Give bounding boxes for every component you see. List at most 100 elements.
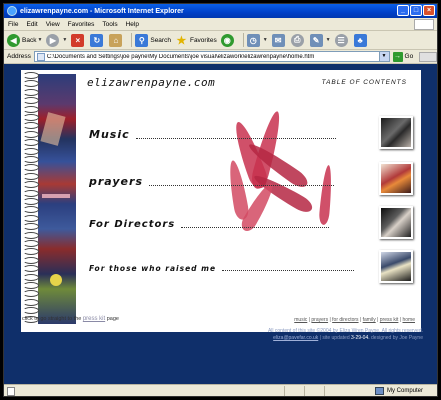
edit-icon: ✎ [309, 33, 323, 47]
edit-button[interactable]: ✎ ▼ [309, 33, 331, 47]
footer-link-prayers[interactable]: prayers [311, 317, 328, 323]
nav-label[interactable]: For those who raised me [89, 264, 216, 273]
footer-link-music[interactable]: music [294, 317, 307, 323]
nav-item-music[interactable]: Music [89, 128, 336, 141]
spiral-ring [23, 290, 39, 298]
toolbar-divider [131, 33, 133, 47]
refresh-button[interactable]: ↻ [90, 33, 105, 47]
nav-item-prayers[interactable]: prayers [89, 175, 334, 188]
address-url[interactable]: C:\Documents and Settings\joe payne\My D… [47, 54, 379, 60]
status-bar: My Computer [4, 384, 437, 396]
spiral-ring [23, 256, 39, 264]
spiral-ring [23, 80, 39, 88]
window-controls: _ □ × [397, 5, 435, 16]
menu-file[interactable]: File [8, 21, 18, 28]
favorites-button[interactable]: ★ Favorites [175, 34, 217, 47]
nav-dotted-leader [222, 270, 355, 271]
minimize-button[interactable]: _ [397, 5, 409, 16]
go-button[interactable]: → Go [392, 51, 414, 62]
collage-patch [50, 274, 62, 286]
site-title[interactable]: elizawrenpayne.com [87, 76, 215, 89]
history-button[interactable]: ◷ ▼ [246, 33, 268, 47]
nav-dotted-leader [135, 138, 336, 139]
maximize-button[interactable]: □ [410, 5, 422, 16]
nav-label[interactable]: prayers [89, 175, 143, 188]
discuss-button[interactable]: ☰ [334, 33, 350, 47]
messenger-button[interactable]: ♣ [353, 33, 369, 47]
directors-thumbnail[interactable] [379, 206, 413, 239]
spiral-ring [23, 172, 39, 180]
security-zone: My Computer [374, 387, 423, 395]
chevron-down-icon: ▼ [325, 37, 331, 43]
music-thumbnail[interactable] [379, 116, 413, 149]
windows-logo-icon [414, 19, 434, 30]
nav-item-family[interactable]: For those who raised me [89, 264, 355, 273]
title-bar: elizawrenpayne.com - Microsoft Internet … [4, 4, 437, 18]
toolbar: ◀ Back ▼ ▶ ▼ × ↻ ⌂ ⚲ Search ★ Favorites … [4, 31, 437, 50]
nav-dotted-leader [149, 185, 334, 186]
status-cell [304, 386, 305, 396]
address-label: Address [7, 53, 31, 60]
mail-button[interactable]: ✉ [271, 33, 287, 47]
home-button[interactable]: ⌂ [109, 33, 124, 47]
stop-icon: × [71, 33, 85, 47]
page-icon [36, 52, 45, 61]
chevron-down-icon: ▼ [37, 37, 43, 43]
forward-arrow-icon: ▶ [46, 33, 60, 47]
menu-help[interactable]: Help [126, 21, 139, 28]
menu-tools[interactable]: Tools [102, 21, 117, 28]
address-dropdown[interactable]: ▼ [378, 52, 389, 61]
go-label: Go [404, 53, 414, 60]
menu-favorites[interactable]: Favorites [68, 21, 95, 28]
spiral-ring [23, 88, 39, 96]
zone-label: My Computer [386, 388, 423, 394]
spiral-ring [23, 105, 39, 113]
forward-button[interactable]: ▶ ▼ [46, 33, 67, 47]
spiral-ring [23, 97, 39, 105]
nav-label[interactable]: For Directors [89, 219, 175, 230]
menu-edit[interactable]: Edit [26, 21, 37, 28]
press-kit-line: click to go straight to the press kit pa… [22, 316, 119, 322]
nav-dotted-leader [181, 227, 330, 228]
spiral-ring [23, 139, 39, 147]
window-title: elizawrenpayne.com - Microsoft Internet … [20, 7, 184, 15]
back-button[interactable]: ◀ Back ▼ [7, 33, 43, 47]
refresh-icon: ↻ [90, 33, 104, 47]
spiral-binding [21, 72, 39, 326]
media-button[interactable]: ◉ [220, 33, 236, 47]
spiral-ring [23, 72, 39, 79]
address-field[interactable]: C:\Documents and Settings\joe payne\My D… [33, 51, 390, 62]
footer-link-press-kit[interactable]: press kit [380, 317, 399, 323]
stop-button[interactable]: × [71, 33, 86, 47]
messenger-icon: ♣ [353, 33, 367, 47]
leaf [318, 164, 334, 226]
spiral-ring [23, 223, 39, 231]
spiral-ring [23, 198, 39, 205]
menu-view[interactable]: View [46, 21, 60, 28]
search-icon: ⚲ [135, 33, 149, 47]
spiral-ring [23, 265, 39, 273]
spiral-ring [23, 282, 39, 289]
go-arrow-icon: → [392, 51, 403, 62]
nav-label[interactable]: Music [89, 128, 130, 141]
email-link[interactable]: eliza@pavefar.co.uk [273, 335, 318, 341]
toolbar-extension-icon[interactable] [419, 51, 437, 62]
press-suffix: page [106, 316, 119, 322]
print-button[interactable]: ⎙ [290, 33, 306, 47]
history-icon: ◷ [246, 33, 260, 47]
close-button[interactable]: × [423, 5, 435, 16]
spiral-ring [23, 181, 39, 189]
press-kit-link[interactable]: press kit [83, 316, 105, 322]
spiral-ring [23, 307, 39, 315]
prayers-thumbnail[interactable] [379, 162, 413, 195]
nav-item-for-directors[interactable]: For Directors [89, 219, 330, 230]
collage-image [38, 74, 76, 324]
footer-link-home[interactable]: home [402, 317, 415, 323]
toolbar-divider [242, 33, 244, 47]
footer-link-family[interactable]: family [363, 317, 376, 323]
footer-link-for-directors[interactable]: for directors [332, 317, 358, 323]
family-thumbnail[interactable] [379, 250, 413, 283]
page-done-icon [7, 387, 15, 396]
search-button[interactable]: ⚲ Search [135, 33, 171, 47]
spiral-ring [23, 114, 39, 121]
